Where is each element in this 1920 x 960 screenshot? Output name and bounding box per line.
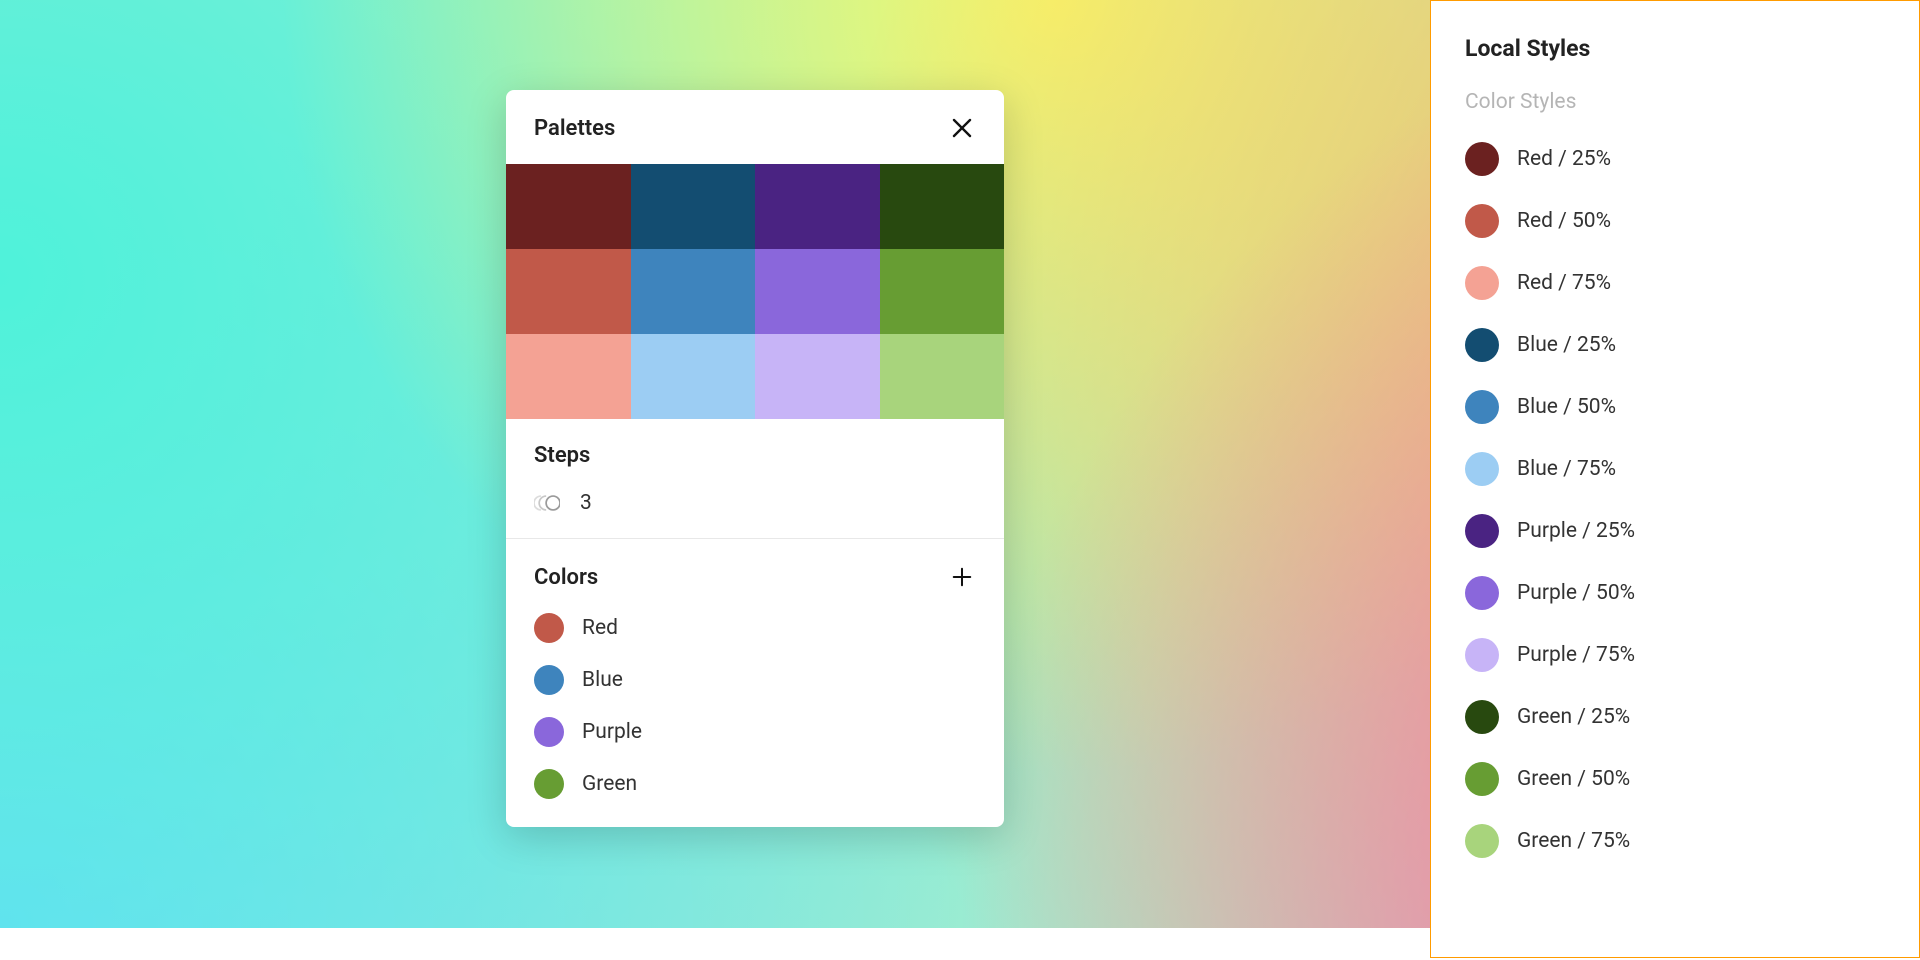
color-swatch-icon bbox=[534, 769, 564, 799]
palettes-panel: Palettes Steps 3 Colors R bbox=[506, 90, 1004, 827]
panel-title: Palettes bbox=[534, 116, 615, 141]
color-list: Red Blue Purple Green bbox=[534, 613, 976, 799]
style-label: Green / 50% bbox=[1517, 767, 1630, 791]
style-swatch-icon bbox=[1465, 328, 1499, 362]
color-label: Purple bbox=[582, 720, 642, 744]
style-label: Blue / 50% bbox=[1517, 395, 1616, 419]
color-item[interactable]: Green bbox=[534, 769, 976, 799]
swatch-cell[interactable] bbox=[506, 334, 631, 419]
steps-section: Steps 3 bbox=[506, 419, 1004, 539]
panel-header: Palettes bbox=[506, 90, 1004, 164]
style-item[interactable]: Blue / 75% bbox=[1465, 452, 1887, 486]
swatch-cell[interactable] bbox=[755, 164, 880, 249]
close-button[interactable] bbox=[948, 114, 976, 142]
color-swatch-icon bbox=[534, 665, 564, 695]
style-item[interactable]: Red / 50% bbox=[1465, 204, 1887, 238]
local-styles-heading: Local Styles bbox=[1465, 35, 1887, 62]
close-icon bbox=[950, 116, 974, 140]
style-list: Red / 25% Red / 50% Red / 75% Blue / 25% Blu… bbox=[1465, 142, 1887, 858]
swatch-cell[interactable] bbox=[755, 334, 880, 419]
swatch-cell[interactable] bbox=[880, 249, 1005, 334]
style-swatch-icon bbox=[1465, 266, 1499, 300]
style-item[interactable]: Green / 50% bbox=[1465, 762, 1887, 796]
style-swatch-icon bbox=[1465, 390, 1499, 424]
style-item[interactable]: Green / 25% bbox=[1465, 700, 1887, 734]
steps-icon bbox=[534, 490, 560, 516]
style-swatch-icon bbox=[1465, 762, 1499, 796]
swatch-grid bbox=[506, 164, 1004, 419]
swatch-cell[interactable] bbox=[506, 249, 631, 334]
plus-icon bbox=[951, 566, 973, 588]
swatch-row bbox=[506, 249, 1004, 334]
colors-section: Colors Red Blue Purple Green bbox=[506, 539, 1004, 827]
add-color-button[interactable] bbox=[948, 563, 976, 591]
style-label: Red / 75% bbox=[1517, 271, 1611, 295]
color-label: Red bbox=[582, 616, 618, 640]
style-item[interactable]: Purple / 50% bbox=[1465, 576, 1887, 610]
swatch-cell[interactable] bbox=[631, 249, 756, 334]
color-label: Green bbox=[582, 772, 637, 796]
style-item[interactable]: Blue / 25% bbox=[1465, 328, 1887, 362]
style-label: Blue / 25% bbox=[1517, 333, 1616, 357]
color-swatch-icon bbox=[534, 717, 564, 747]
style-label: Red / 50% bbox=[1517, 209, 1611, 233]
style-swatch-icon bbox=[1465, 142, 1499, 176]
style-item[interactable]: Green / 75% bbox=[1465, 824, 1887, 858]
color-label: Blue bbox=[582, 668, 623, 692]
style-swatch-icon bbox=[1465, 700, 1499, 734]
color-styles-subheading: Color Styles bbox=[1465, 90, 1887, 114]
style-label: Red / 25% bbox=[1517, 147, 1611, 171]
swatch-row bbox=[506, 164, 1004, 249]
style-item[interactable]: Blue / 50% bbox=[1465, 390, 1887, 424]
color-swatch-icon bbox=[534, 613, 564, 643]
style-swatch-icon bbox=[1465, 638, 1499, 672]
colors-heading: Colors bbox=[534, 565, 598, 590]
style-label: Purple / 50% bbox=[1517, 581, 1635, 605]
color-item[interactable]: Purple bbox=[534, 717, 976, 747]
style-swatch-icon bbox=[1465, 514, 1499, 548]
swatch-cell[interactable] bbox=[631, 164, 756, 249]
color-item[interactable]: Blue bbox=[534, 665, 976, 695]
steps-value: 3 bbox=[580, 491, 592, 515]
color-item[interactable]: Red bbox=[534, 613, 976, 643]
style-swatch-icon bbox=[1465, 576, 1499, 610]
style-label: Blue / 75% bbox=[1517, 457, 1616, 481]
style-label: Purple / 25% bbox=[1517, 519, 1635, 543]
style-item[interactable]: Purple / 25% bbox=[1465, 514, 1887, 548]
swatch-cell[interactable] bbox=[755, 249, 880, 334]
steps-heading: Steps bbox=[534, 443, 976, 468]
steps-control[interactable]: 3 bbox=[534, 490, 976, 516]
swatch-row bbox=[506, 334, 1004, 419]
style-swatch-icon bbox=[1465, 824, 1499, 858]
style-label: Green / 75% bbox=[1517, 829, 1630, 853]
local-styles-panel: Local Styles Color Styles Red / 25%Red /… bbox=[1430, 0, 1920, 958]
style-item[interactable]: Red / 25% bbox=[1465, 142, 1887, 176]
swatch-cell[interactable] bbox=[880, 164, 1005, 249]
style-item[interactable]: Red / 75% bbox=[1465, 266, 1887, 300]
style-label: Purple / 75% bbox=[1517, 643, 1635, 667]
swatch-cell[interactable] bbox=[880, 334, 1005, 419]
style-swatch-icon bbox=[1465, 452, 1499, 486]
swatch-cell[interactable] bbox=[506, 164, 631, 249]
style-label: Green / 25% bbox=[1517, 705, 1630, 729]
style-swatch-icon bbox=[1465, 204, 1499, 238]
style-item[interactable]: Purple / 75% bbox=[1465, 638, 1887, 672]
swatch-cell[interactable] bbox=[631, 334, 756, 419]
